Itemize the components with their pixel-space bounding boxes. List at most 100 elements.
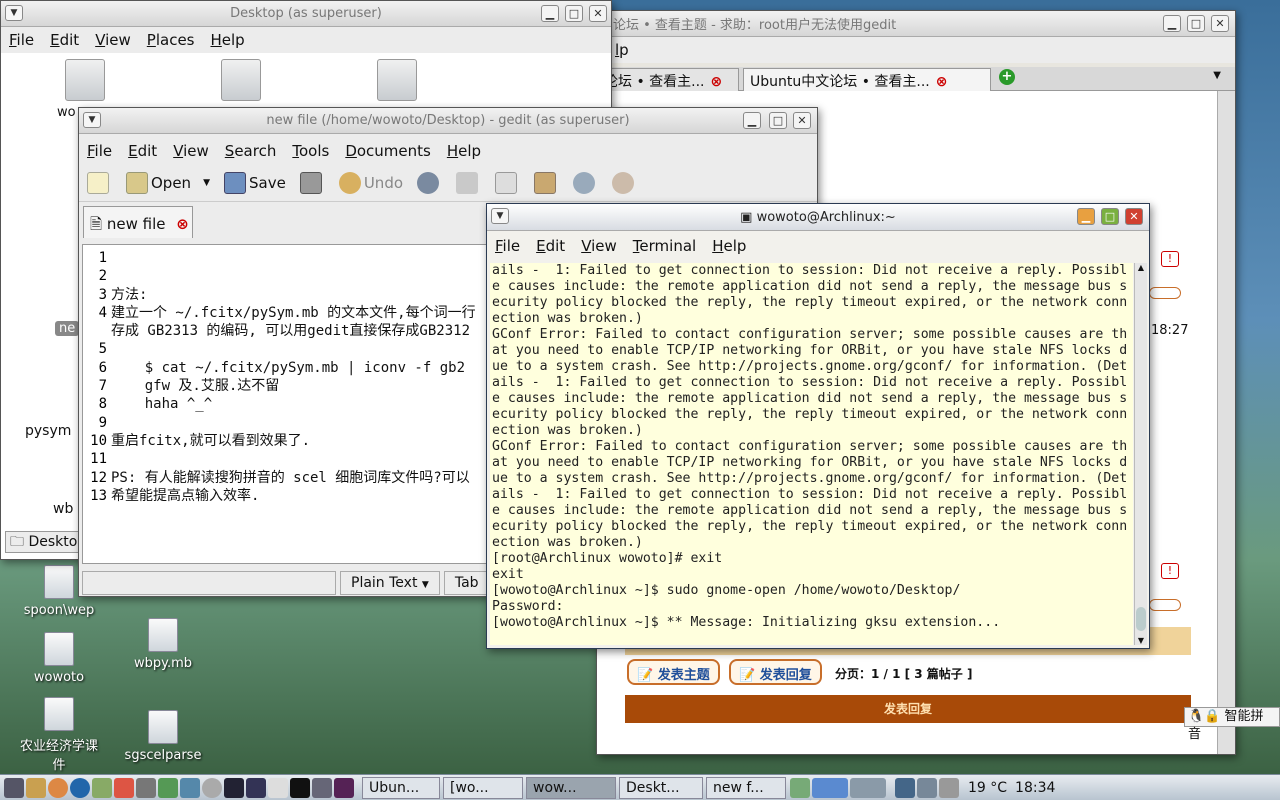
home-icon[interactable] [26,777,46,798]
paste-button[interactable] [534,171,559,194]
file-manager-titlebar[interactable]: ▼ Desktop (as superuser) ▁ □ ✕ [1,1,611,27]
desktop-icon-wowoto[interactable]: wowoto [14,632,104,685]
tab-forum-2[interactable]: Ubuntu中文论坛 • 查看主... ⊗ [743,68,991,91]
close-button[interactable]: ✕ [1125,208,1143,225]
post-reply-button[interactable]: 📝 发表回复 [729,659,822,685]
menu-help[interactable]: Help [211,31,245,49]
close-tab-icon[interactable]: ⊗ [176,215,189,233]
skull-icon[interactable] [268,777,288,798]
game-icon[interactable] [158,777,178,798]
chat-icon[interactable] [114,777,134,798]
monitor-icon[interactable] [246,777,266,798]
menu-edit[interactable]: Edit [50,31,79,49]
redo-button[interactable] [417,171,442,194]
browser-icon[interactable] [48,777,68,798]
menu-file[interactable]: File [9,31,34,49]
close-button[interactable]: ✕ [1211,15,1229,32]
menu-documents[interactable]: Documents [345,142,431,160]
network-icon[interactable] [895,777,915,798]
new-button[interactable] [87,171,112,194]
terminal-titlebar[interactable]: ▼ ▣ wowoto@Archlinux:~ ▁ □ ✕ [487,204,1149,231]
file-icon-item[interactable] [45,59,125,101]
maximize-button[interactable]: □ [769,112,787,129]
menu-file[interactable]: File [495,237,520,255]
menu-view[interactable]: View [95,31,131,49]
quick-reply-bar[interactable]: 发表回复 [625,695,1191,723]
open-button[interactable]: Open ▼ [126,171,210,194]
clock[interactable]: 18:34 [1015,780,1055,796]
workspace-icon[interactable] [850,777,886,798]
copy-button[interactable] [495,171,520,194]
terminal-output[interactable]: ails - 1: Failed to get connection to se… [490,263,1133,645]
terminal-scrollbar[interactable]: ▲ ▼ [1134,263,1147,645]
volume-icon[interactable] [939,777,959,798]
people-icon[interactable] [180,777,200,798]
globe-icon[interactable] [70,777,90,798]
tab-list-arrow-icon[interactable]: ▼ [1213,70,1221,81]
ime-indicator[interactable]: 🐧🔒 智能拼音 [1184,707,1280,742]
menu-view[interactable]: View [581,237,617,255]
tab-forum-1[interactable]: 论坛 • 查看主... ⊗ [597,68,739,91]
menu-icon[interactable] [4,777,24,798]
close-button[interactable]: ✕ [793,112,811,129]
bluetooth-icon[interactable] [917,777,937,798]
minimize-button[interactable]: ▁ [541,5,559,22]
task-gedit[interactable]: new f... [706,776,786,799]
task-desktop[interactable]: Deskt... [619,776,703,799]
file-icon-item[interactable] [357,59,437,101]
settings-icon[interactable] [202,777,222,798]
undo-button[interactable]: Undo [338,171,403,194]
chevron-down-icon[interactable]: ▼ [203,178,210,188]
tab-width-selector[interactable]: Tab [443,571,490,595]
print-button[interactable] [299,171,325,194]
battery-icon[interactable] [790,777,810,798]
menu-tools[interactable]: Tools [292,142,329,160]
mms-icon[interactable] [334,777,354,798]
find-button[interactable] [573,171,598,194]
scroll-down-arrow-icon[interactable]: ▼ [1135,636,1147,645]
menu-terminal[interactable]: Terminal [633,237,696,255]
terminal-icon[interactable] [224,777,244,798]
new-tab-button[interactable]: + [999,69,1015,85]
new-topic-button[interactable]: 📝 发表主题 [627,659,720,685]
close-tab-icon[interactable]: ⊗ [711,74,723,90]
replace-button[interactable] [612,171,637,194]
workspace-icon[interactable] [812,777,848,798]
menu-help[interactable]: Help [712,237,746,255]
location-status[interactable]: 🗀 Deskto [5,531,83,553]
desktop-icon-wbpy[interactable]: wbpy.mb [118,618,208,671]
menu-help-fragment[interactable]: lp [615,41,629,59]
camera-icon[interactable] [136,777,156,798]
maximize-button[interactable]: □ [1101,208,1119,225]
menu-places[interactable]: Places [147,31,195,49]
maximize-button[interactable]: □ [1187,15,1205,32]
save-button[interactable]: Save [224,171,286,194]
language-selector[interactable]: Plain Text ▼ [340,571,440,595]
menu-help[interactable]: Help [447,142,481,160]
cut-button[interactable] [456,171,481,194]
document-tab[interactable]: 🗎 new file ⊗ [83,206,193,238]
menu-edit[interactable]: Edit [536,237,565,255]
menu-file[interactable]: File [87,142,112,160]
menu-search[interactable]: Search [225,142,277,160]
task-wo[interactable]: [wo... [443,776,523,799]
gedit-titlebar[interactable]: ▼ new file (/home/wowoto/Desktop) - gedi… [79,108,817,134]
minimize-button[interactable]: ▁ [1163,15,1181,32]
close-button[interactable]: ✕ [589,5,607,22]
moon-icon[interactable] [290,777,310,798]
chart-icon[interactable] [312,777,332,798]
desktop-icon-course[interactable]: 农业经济学课件 [14,697,104,773]
file-icon-item[interactable] [201,59,281,101]
scroll-up-arrow-icon[interactable]: ▲ [1135,263,1147,272]
task-ubuntu[interactable]: Ubun... [362,776,440,799]
desktop-icon-sgscelparse[interactable]: sgscelparse [118,710,208,763]
browser-titlebar[interactable]: 论坛 • 查看主题 - 求助：root用户无法使用gedit ▁ □ ✕ [597,11,1235,37]
maximize-button[interactable]: □ [565,5,583,22]
menu-view[interactable]: View [173,142,209,160]
weather-temp[interactable]: 19 °C [968,780,1007,796]
minimize-button[interactable]: ▁ [1077,208,1095,225]
task-terminal[interactable]: wow... [526,776,616,799]
page-scrollbar[interactable] [1217,91,1235,754]
minimize-button[interactable]: ▁ [743,112,761,129]
package-icon[interactable] [92,777,112,798]
